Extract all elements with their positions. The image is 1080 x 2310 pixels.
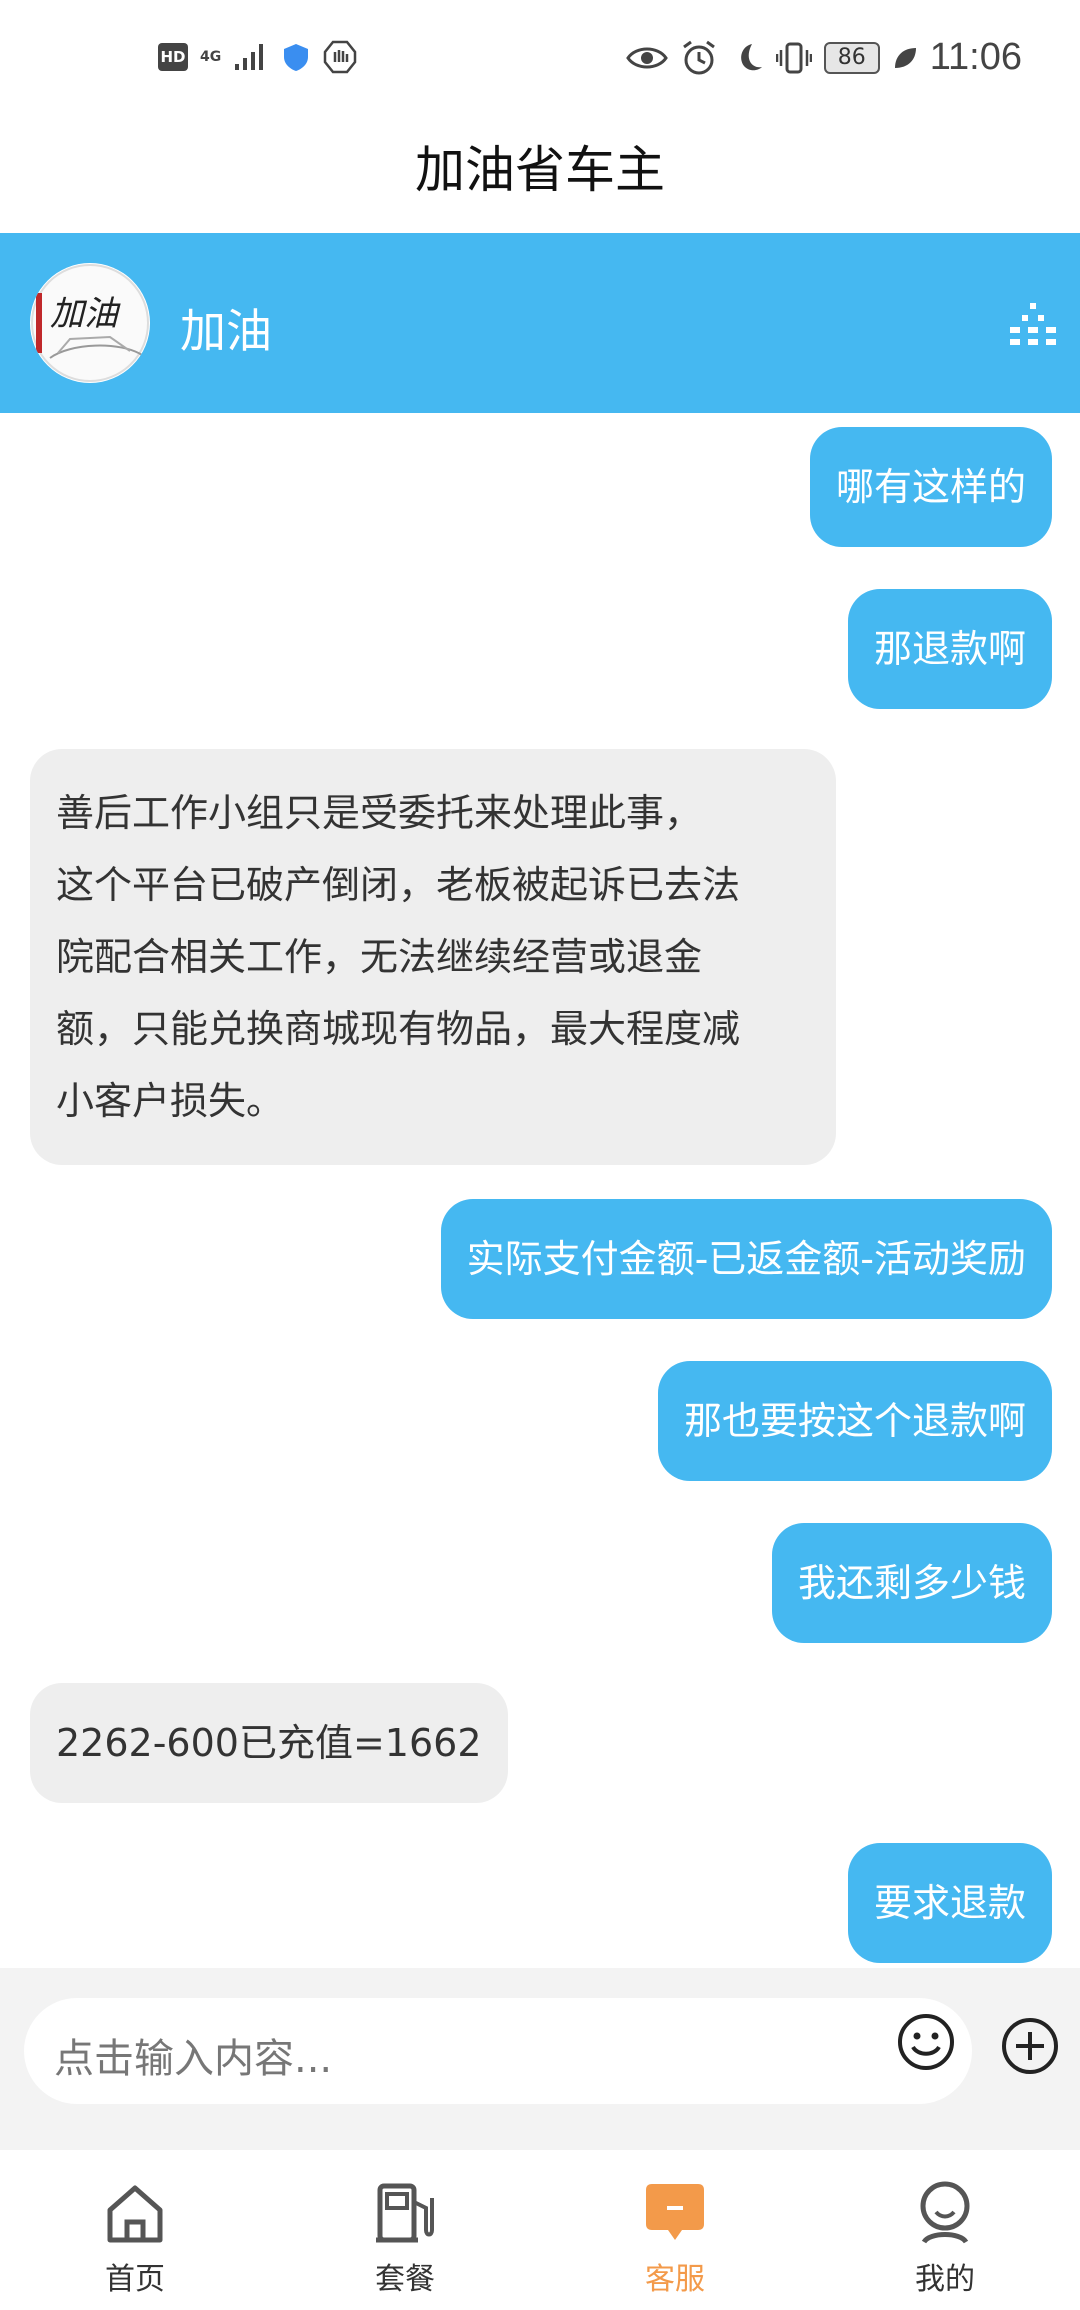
home-icon (107, 2185, 163, 2243)
tab-label: 客服 (645, 2262, 705, 2297)
tab-label: 套餐 (375, 2262, 435, 2297)
status-bar: HD 4G 86 11:06 (0, 0, 1080, 120)
shield-icon (284, 44, 309, 71)
outgoing-message[interactable]: 实际支付金额-已返金额-活动奖励 (440, 1199, 1052, 1319)
emoji-icon[interactable] (896, 2012, 956, 2072)
leaf-icon (894, 47, 916, 68)
incoming-message[interactable]: 善后工作小组只是受委托来处理此事， 这个平台已破产倒闭，老板被起诉已去法 院配合… (30, 749, 836, 1165)
message-text: 2262-600已充值=1662 (56, 1721, 482, 1765)
message-line: 这个平台已破产倒闭，老板被起诉已去法 (56, 863, 741, 907)
signal-icon (235, 44, 264, 70)
chat-header: 加油 加油 (0, 233, 1080, 413)
hand-icon (323, 40, 357, 74)
alarm-icon (682, 40, 715, 74)
tab-profile[interactable]: 我的 (810, 2150, 1080, 2310)
fuel-pump-icon (376, 2183, 434, 2243)
profile-icon (920, 2181, 970, 2244)
chat-contact-name: 加油 (180, 304, 272, 358)
tab-customer-service[interactable]: 客服 (540, 2150, 810, 2310)
add-attachment-icon[interactable] (1000, 2016, 1060, 2076)
tab-home[interactable]: 首页 (0, 2150, 270, 2310)
battery-indicator: 86 (823, 41, 880, 74)
vibrate-icon (775, 42, 812, 73)
message-text: 那也要按这个退款啊 (683, 1399, 1026, 1443)
message-line: 善后工作小组只是受委托来处理此事， (56, 791, 703, 835)
message-input[interactable]: 点击输入内容... (24, 1998, 972, 2104)
outgoing-message[interactable]: 那也要按这个退款啊 (657, 1361, 1052, 1481)
moon-icon (740, 43, 762, 70)
incoming-message[interactable]: 2262-600已充值=1662 (30, 1683, 508, 1803)
message-text: 要求退款 (873, 1881, 1026, 1925)
message-line: 小客户损失。 (56, 1079, 285, 1123)
eye-icon (625, 47, 668, 68)
menu-icon[interactable] (1008, 299, 1058, 349)
avatar-logo-icon: 加油 (31, 264, 149, 382)
status-left: HD 4G (158, 40, 357, 74)
bottom-nav: 首页 套餐 客服 我的 (0, 2150, 1080, 2310)
message-text: 我还剩多少钱 (797, 1561, 1026, 1605)
network-type: 4G (200, 49, 222, 65)
page-title: 加油省车主 (415, 141, 665, 199)
message-composer: 点击输入内容... (0, 1968, 1080, 2150)
tab-label: 首页 (105, 2262, 165, 2297)
input-placeholder: 点击输入内容... (54, 2036, 333, 2082)
message-text: 实际支付金额-已返金额-活动奖励 (466, 1237, 1026, 1281)
chat-icon (646, 2184, 704, 2240)
tab-label: 我的 (915, 2262, 975, 2297)
avatar[interactable]: 加油 (30, 263, 150, 383)
outgoing-message[interactable]: 要求退款 (847, 1843, 1052, 1963)
clock: 11:06 (929, 36, 1022, 78)
message-list[interactable]: 哪有这样的 那退款啊 善后工作小组只是受委托来处理此事， 这个平台已破产倒闭，老… (0, 413, 1080, 1968)
outgoing-message[interactable]: 我还剩多少钱 (771, 1523, 1052, 1643)
message-line: 院配合相关工作，无法继续经营或退金 (56, 935, 703, 979)
hd-badge: HD (158, 43, 188, 71)
message-line: 额，只能兑换商城现有物品，最大程度减 (56, 1007, 741, 1051)
svg-text:加油: 加油 (50, 294, 121, 334)
outgoing-message[interactable]: 那退款啊 (847, 589, 1052, 709)
outgoing-message[interactable]: 哪有这样的 (809, 427, 1052, 547)
message-text: 哪有这样的 (835, 465, 1026, 509)
message-text: 那退款啊 (873, 627, 1026, 671)
status-right: 86 11:06 (625, 36, 1022, 79)
tab-packages[interactable]: 套餐 (270, 2150, 540, 2310)
